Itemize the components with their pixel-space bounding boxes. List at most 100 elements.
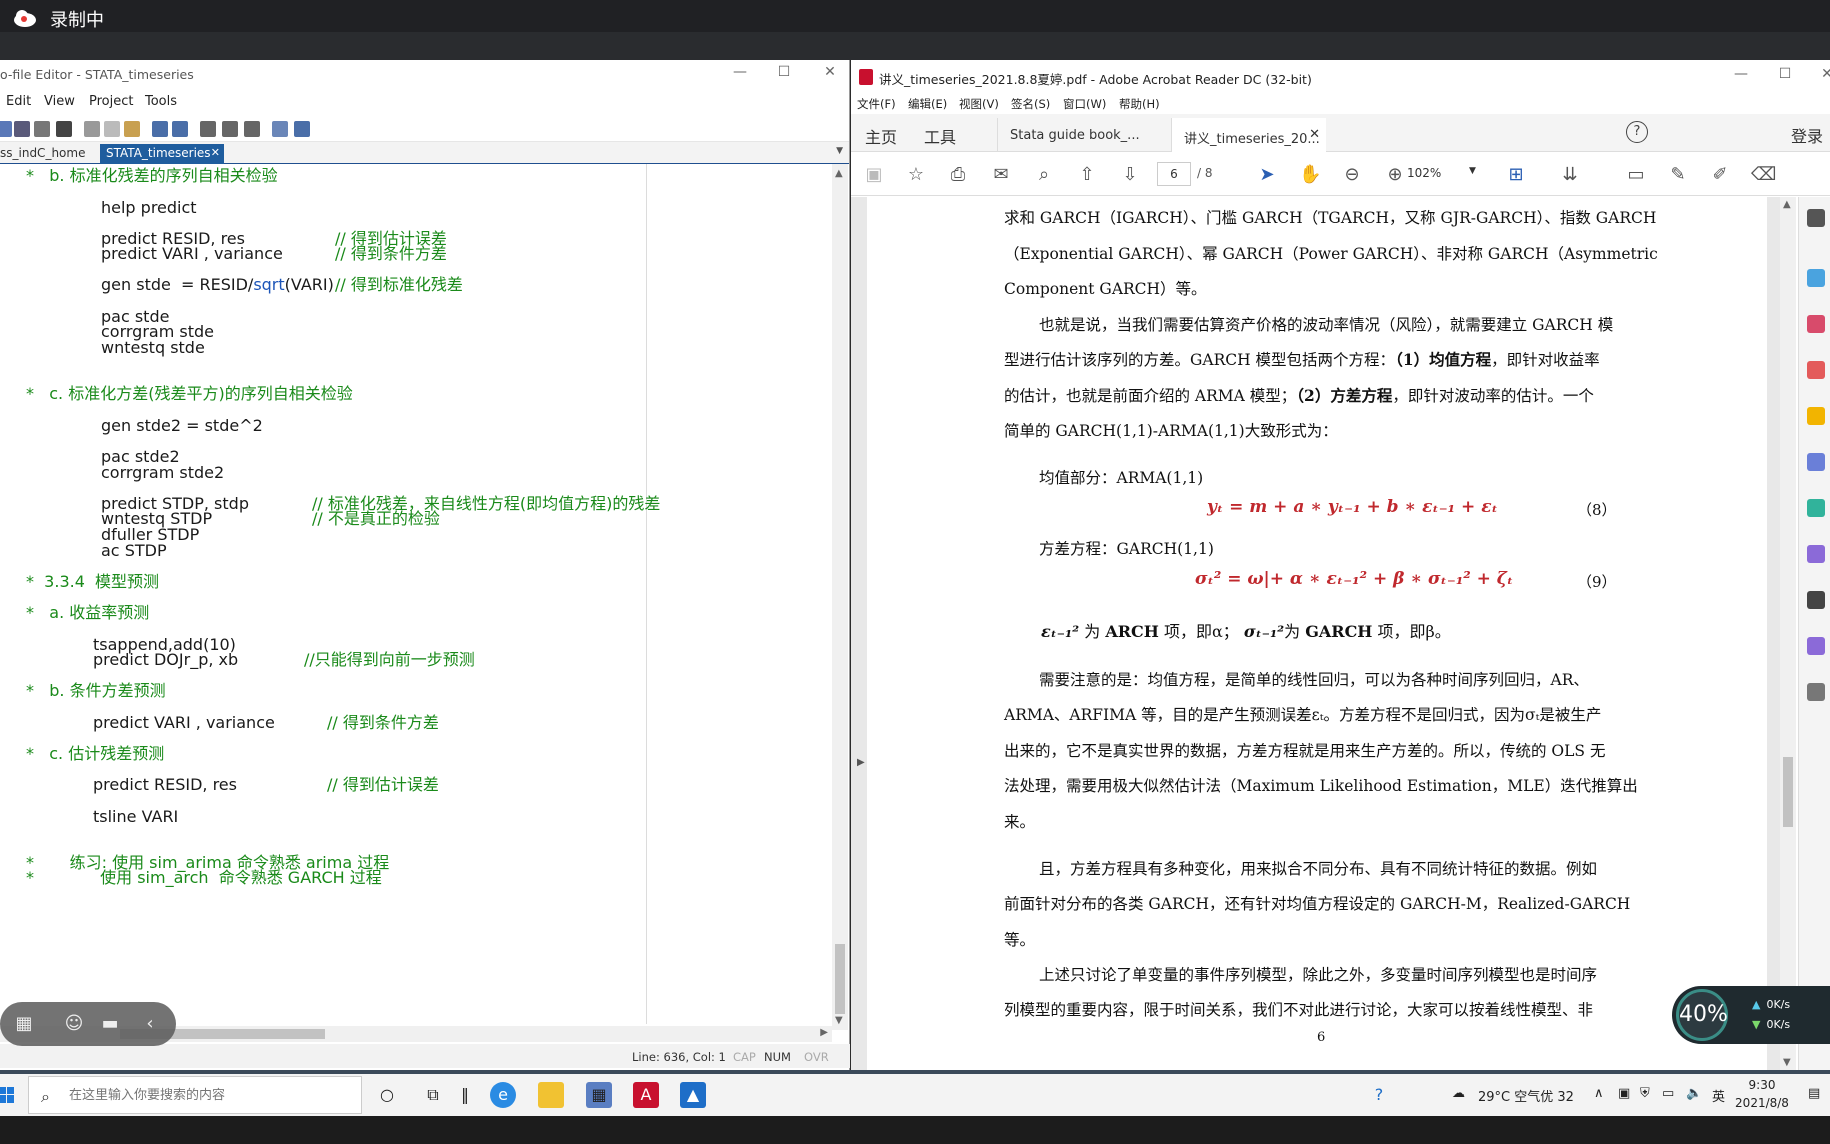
prev-page-icon[interactable]: ⇧: [1076, 164, 1098, 186]
tab-ss-indc-home[interactable]: ss_indC_home: [0, 144, 98, 164]
bookmark-next-icon[interactable]: [244, 121, 260, 137]
close-icon[interactable]: ✕: [1817, 66, 1830, 82]
scroll-down-icon[interactable]: ▼: [1783, 1057, 1791, 1068]
weather-text[interactable]: 29°C 空气优 32: [1478, 1086, 1574, 1105]
volume-icon[interactable]: 🔈: [1686, 1086, 1702, 1101]
scroll-mode-icon[interactable]: ⇊: [1559, 164, 1581, 186]
find-icon[interactable]: [56, 121, 72, 137]
print-icon[interactable]: ⎙: [947, 164, 969, 186]
pdf-vertical-scrollbar[interactable]: ▲ ▼: [1780, 197, 1796, 1070]
menu-window[interactable]: 窗口(W): [1063, 96, 1106, 112]
execute-icon[interactable]: [294, 121, 310, 137]
close-icon[interactable]: ✕: [820, 64, 840, 80]
undo-icon[interactable]: [152, 121, 168, 137]
page-number-input[interactable]: 6: [1157, 162, 1191, 186]
show-file-icon[interactable]: [272, 121, 288, 137]
user-icon[interactable]: [1807, 209, 1825, 227]
print-icon[interactable]: [34, 121, 50, 137]
help-tray-icon[interactable]: ?: [1366, 1082, 1392, 1108]
menu-edit[interactable]: 编辑(E): [908, 96, 947, 112]
close-tab-icon[interactable]: ✕: [211, 146, 220, 159]
zoom-search-icon[interactable]: ⌕: [1033, 164, 1055, 186]
comment-tool-icon[interactable]: [1807, 407, 1825, 425]
scroll-thumb[interactable]: [1783, 757, 1793, 827]
menu-tools[interactable]: Tools: [145, 94, 177, 109]
fill-sign-icon[interactable]: [1807, 545, 1825, 563]
bookmark-prev-icon[interactable]: [222, 121, 238, 137]
request-sign-icon[interactable]: [1807, 637, 1825, 655]
close-tab-icon[interactable]: ✕: [1309, 127, 1320, 142]
menu-view[interactable]: View: [44, 94, 75, 109]
sign-icon[interactable]: ⌫: [1751, 164, 1776, 186]
photos-icon[interactable]: ▲: [680, 1082, 706, 1108]
ime-indicator[interactable]: 英: [1712, 1086, 1725, 1105]
weather-icon[interactable]: ☁: [1452, 1086, 1465, 1101]
menu-help[interactable]: 帮助(H): [1119, 96, 1160, 112]
scroll-up-icon[interactable]: ▲: [1783, 199, 1791, 210]
task-view-icon[interactable]: ⧉: [420, 1082, 446, 1108]
next-page-icon[interactable]: ⇩: [1119, 164, 1141, 186]
tray-shield-icon[interactable]: ⛨: [1640, 1086, 1650, 1101]
help-icon[interactable]: ?: [1626, 121, 1648, 143]
more-tools-icon[interactable]: [1807, 683, 1825, 701]
draw-icon[interactable]: ✐: [1709, 164, 1731, 186]
zoom-level[interactable]: 102%: [1407, 166, 1441, 180]
search-input[interactable]: [69, 1085, 349, 1105]
tray-app-icon[interactable]: ▣: [1618, 1086, 1630, 1101]
grid-icon[interactable]: ▦: [12, 1012, 36, 1036]
highlight-icon[interactable]: ✎: [1667, 164, 1689, 186]
login-button[interactable]: 登录: [1791, 123, 1823, 147]
save-icon[interactable]: ▣: [863, 164, 885, 186]
pdf-edit-icon[interactable]: [1807, 361, 1825, 379]
notifications-icon[interactable]: ▤: [1808, 1086, 1820, 1101]
zoom-in-icon[interactable]: ⊕: [1384, 164, 1406, 186]
comment-icon[interactable]: ▭: [1625, 164, 1647, 186]
organize-icon[interactable]: [1807, 453, 1825, 471]
nav-tools[interactable]: 工具: [924, 124, 956, 148]
star-icon[interactable]: ☆: [905, 164, 927, 186]
edge-icon[interactable]: e: [490, 1082, 516, 1108]
minimize-icon[interactable]: —: [1731, 66, 1751, 82]
select-cursor-icon[interactable]: ➤: [1256, 164, 1278, 186]
windows-start-icon[interactable]: [0, 1087, 14, 1103]
scroll-up-icon[interactable]: ▲: [835, 168, 843, 179]
tab-stata-timeseries[interactable]: STATA_timeseries ✕: [100, 144, 224, 164]
tab-stata-guide-book[interactable]: Stata guide book_...: [997, 118, 1157, 152]
scroll-right-icon[interactable]: ▶: [820, 1027, 828, 1038]
tray-expand-icon[interactable]: ∧: [1594, 1086, 1604, 1101]
save-icon[interactable]: [14, 121, 30, 137]
protect-icon[interactable]: [1807, 591, 1825, 609]
create-icon[interactable]: [1807, 315, 1825, 333]
compress-icon[interactable]: [1807, 499, 1825, 517]
scroll-down-icon[interactable]: ▼: [835, 1015, 843, 1026]
open-icon[interactable]: [0, 121, 12, 137]
clock[interactable]: 9:30 2021/8/8: [1730, 1076, 1794, 1112]
copy-icon[interactable]: [104, 121, 120, 137]
taskbar-search[interactable]: ⌕: [28, 1076, 362, 1114]
maximize-icon[interactable]: ☐: [1775, 66, 1795, 82]
network-icon[interactable]: ▭: [1662, 1086, 1674, 1101]
hand-icon[interactable]: ✋: [1299, 164, 1321, 186]
left-panel-toggle-icon[interactable]: ▶: [857, 757, 865, 768]
mail-icon[interactable]: ✉: [990, 164, 1012, 186]
redo-icon[interactable]: [172, 121, 188, 137]
zoom-out-icon[interactable]: ⊖: [1341, 164, 1363, 186]
menu-edit[interactable]: Edit: [6, 94, 31, 109]
tab-timeseries-lecture[interactable]: 讲义_timeseries_20... ✕: [1171, 118, 1326, 152]
menu-file[interactable]: 文件(F): [857, 96, 896, 112]
chat-icon[interactable]: ▬: [98, 1012, 122, 1036]
fit-page-icon[interactable]: ⊞: [1505, 164, 1527, 186]
menu-project[interactable]: Project: [89, 94, 133, 109]
editor-vertical-scrollbar[interactable]: ▲ ▼: [832, 164, 848, 1030]
minimize-icon[interactable]: —: [730, 64, 750, 80]
acrobat-icon[interactable]: A: [633, 1082, 659, 1108]
export-icon[interactable]: [1807, 269, 1825, 287]
document-area[interactable]: ▶ 求和 GARCH（IGARCH）、门槛 GARCH（TGARCH，又称 GJ…: [851, 197, 1780, 1070]
paste-icon[interactable]: [124, 121, 140, 137]
cut-icon[interactable]: [84, 121, 100, 137]
menu-sign[interactable]: 签名(S): [1011, 96, 1050, 112]
emoji-icon[interactable]: ☺: [62, 1012, 86, 1036]
cortana-icon[interactable]: ○: [374, 1082, 400, 1108]
bookmark-icon[interactable]: [200, 121, 216, 137]
file-explorer-icon[interactable]: [538, 1082, 564, 1108]
